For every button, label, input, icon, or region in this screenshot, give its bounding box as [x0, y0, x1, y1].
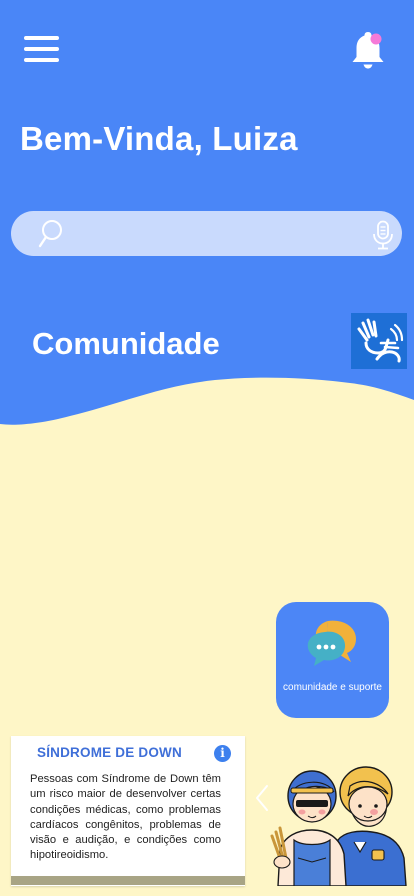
- info-card-footer-bar: [11, 876, 245, 885]
- microphone-icon[interactable]: [371, 220, 395, 250]
- search-icon[interactable]: [37, 219, 63, 249]
- section-title: Comunidade: [32, 326, 220, 361]
- info-icon[interactable]: i: [214, 745, 231, 762]
- notification-dot: [370, 33, 382, 45]
- two-children-illustration: [270, 766, 407, 886]
- search-input[interactable]: [67, 219, 361, 250]
- menu-button[interactable]: [24, 36, 59, 63]
- sign-language-icon[interactable]: [351, 313, 407, 369]
- greeting-title: Bem-Vinda, Luiza: [20, 120, 298, 157]
- bell-icon[interactable]: [349, 30, 387, 70]
- chat-bubbles-icon: [307, 620, 356, 666]
- info-card-title: SÍNDROME DE DOWN: [37, 745, 182, 760]
- card-label: comunidade e suporte: [283, 682, 382, 693]
- search-bar[interactable]: [11, 211, 402, 256]
- info-card: SÍNDROME DE DOWN i Pessoas com Síndrome …: [11, 736, 245, 886]
- home-screen: Bem-Vinda, Luiza Comunidade comunidade e…: [0, 0, 414, 896]
- community-support-card[interactable]: comunidade e suporte: [276, 602, 389, 718]
- info-card-text: Pessoas com Síndrome de Down têm um risc…: [30, 773, 221, 862]
